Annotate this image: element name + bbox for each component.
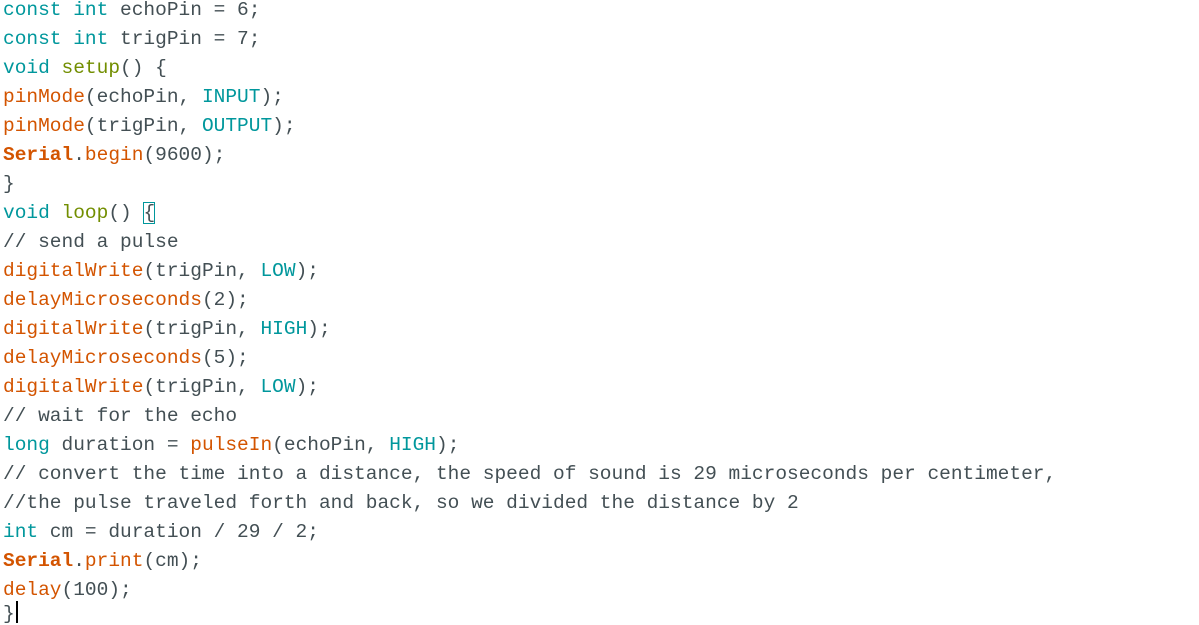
code-line: //the pulse traveled forth and back, so … — [3, 489, 799, 518]
function-call: pinMode — [3, 86, 85, 108]
function-name: loop — [61, 202, 109, 224]
comment: // send a pulse — [3, 231, 179, 253]
keyword: int — [73, 0, 109, 21]
code-text: (100); — [61, 579, 132, 601]
keyword: const — [3, 28, 62, 50]
function-name: setup — [61, 57, 121, 79]
code-line: void loop() { — [3, 199, 156, 228]
code-line: pinMode(echoPin, INPUT); — [3, 83, 284, 112]
constant: OUTPUT — [201, 115, 273, 137]
code-text: () — [108, 202, 144, 224]
code-text: . — [73, 550, 85, 572]
code-text: (echoPin, — [84, 86, 202, 108]
code-text: ); — [295, 376, 319, 398]
code-text: (trigPin, — [143, 260, 261, 282]
code-text: . — [73, 144, 85, 166]
constant: LOW — [260, 376, 296, 398]
keyword: int — [73, 28, 109, 50]
matched-bracket: { — [143, 202, 156, 224]
code-line: Serial.begin(9600); — [3, 141, 225, 170]
keyword: void — [3, 57, 50, 79]
text-cursor — [15, 601, 18, 623]
object-name: Serial — [3, 550, 74, 572]
code-line: digitalWrite(trigPin, LOW); — [3, 373, 319, 402]
code-text: (9600); — [143, 144, 226, 166]
comment: // wait for the echo — [3, 405, 238, 427]
code-text: (trigPin, — [84, 115, 202, 137]
code-text: } — [3, 173, 15, 195]
code-line: int cm = duration / 29 / 2; — [3, 518, 319, 547]
code-text: ); — [436, 434, 460, 456]
function-call: digitalWrite — [3, 376, 144, 398]
code-text: (cm); — [143, 550, 202, 572]
code-line: digitalWrite(trigPin, LOW); — [3, 257, 319, 286]
method-call: print — [84, 550, 144, 572]
code-line: // send a pulse — [3, 228, 179, 257]
code-line: digitalWrite(trigPin, HIGH); — [3, 315, 331, 344]
comment: //the pulse traveled forth and back, so … — [3, 492, 799, 514]
keyword: void — [3, 202, 50, 224]
code-text: (trigPin, — [143, 376, 261, 398]
keyword: long — [3, 434, 50, 456]
code-text: ); — [295, 260, 319, 282]
function-call: delayMicroseconds — [3, 289, 202, 311]
code-line: pinMode(trigPin, OUTPUT); — [3, 112, 296, 141]
code-text: echoPin = 6; — [108, 0, 261, 21]
code-line: delayMicroseconds(5); — [3, 344, 249, 373]
code-line: const int echoPin = 6; — [3, 0, 260, 25]
code-text: } — [3, 603, 15, 625]
code-line: delay(100); — [3, 576, 132, 605]
code-text: trigPin = 7; — [108, 28, 261, 50]
code-line: } — [3, 600, 18, 625]
code-line: long duration = pulseIn(echoPin, HIGH); — [3, 431, 459, 460]
code-text: ); — [272, 115, 296, 137]
function-call: delay — [3, 579, 62, 601]
code-text: () { — [120, 57, 167, 79]
code-line: } — [3, 170, 15, 199]
function-call: digitalWrite — [3, 260, 144, 282]
code-line: // wait for the echo — [3, 402, 237, 431]
function-call: digitalWrite — [3, 318, 144, 340]
code-line: const int trigPin = 7; — [3, 25, 260, 54]
code-line: void setup() { — [3, 54, 167, 83]
code-text: ); — [307, 318, 331, 340]
constant: LOW — [260, 260, 296, 282]
code-editor[interactable]: const int echoPin = 6; const int trigPin… — [0, 0, 1199, 625]
code-text: (trigPin, — [143, 318, 261, 340]
keyword: const — [3, 0, 62, 21]
keyword: int — [3, 521, 39, 543]
object-name: Serial — [3, 144, 74, 166]
function-call: delayMicroseconds — [3, 347, 202, 369]
constant: HIGH — [389, 434, 437, 456]
comment: // convert the time into a distance, the… — [3, 463, 1057, 485]
constant: INPUT — [201, 86, 261, 108]
constant: HIGH — [260, 318, 308, 340]
code-text: (5); — [201, 347, 249, 369]
code-text: duration = — [49, 434, 191, 456]
code-text: ); — [260, 86, 284, 108]
code-line: // convert the time into a distance, the… — [3, 460, 1056, 489]
code-text: (2); — [201, 289, 249, 311]
function-call: pulseIn — [190, 434, 273, 456]
code-line: delayMicroseconds(2); — [3, 286, 249, 315]
function-call: pinMode — [3, 115, 85, 137]
code-text: (echoPin, — [272, 434, 390, 456]
method-call: begin — [84, 144, 144, 166]
code-text: cm = duration / 29 / 2; — [38, 521, 319, 543]
code-line: Serial.print(cm); — [3, 547, 202, 576]
